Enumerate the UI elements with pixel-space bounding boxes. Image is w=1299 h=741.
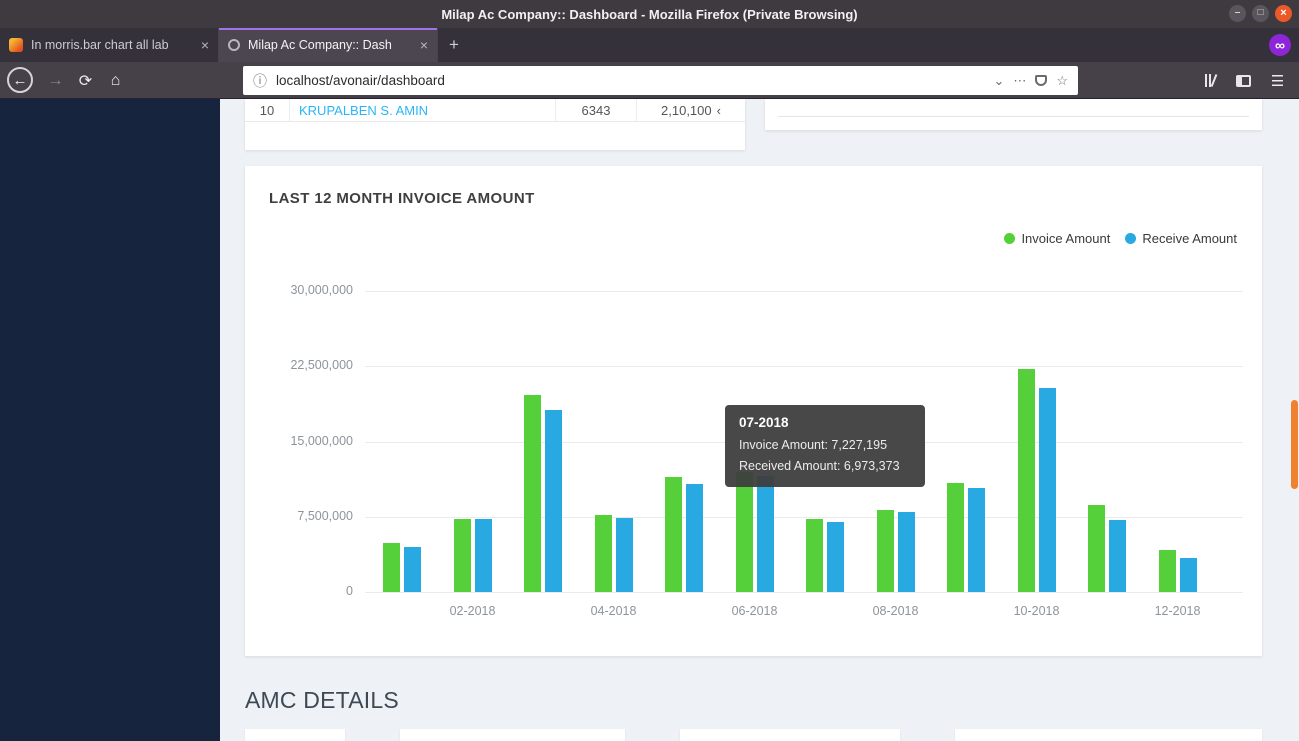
bar-05-2018-invoice[interactable] [665,477,682,592]
top-right-card [765,99,1262,130]
amount-value: 2,10,100 [661,102,712,118]
row-index-cell: 10 [245,99,290,121]
bar-05-2018-receive[interactable] [686,484,703,592]
bookmark-star-icon[interactable]: ☆ [1056,73,1068,89]
tab-favicon [9,38,23,52]
url-bar[interactable]: ⓘ localhost/avonair/dashboard ⌄ ⋯ ☆ [243,66,1078,95]
bar-11-2018-invoice[interactable] [1088,505,1105,592]
chart-card: LAST 12 MONTH INVOICE AMOUNT Invoice Amo… [245,166,1262,656]
bar-03-2018-receive[interactable] [545,410,562,592]
bar-03-2018-invoice[interactable] [524,395,541,592]
nav-toolbar: ← → ⟳ ⌂ ⓘ localhost/avonair/dashboard ⌄ … [0,62,1299,99]
private-browsing-icon: ∞ [1269,34,1291,56]
url-input[interactable]: localhost/avonair/dashboard [276,73,984,88]
tab-close-icon[interactable]: × [420,37,428,53]
bar-07-2018-receive[interactable] [827,522,844,592]
x-axis-label: 12-2018 [1154,604,1201,618]
amount-trailing-icon: ‹ [716,102,721,118]
menu-button[interactable]: ☰ [1264,67,1291,94]
tooltip-title: 07-2018 [739,415,789,430]
reload-button[interactable]: ⟳ [72,67,99,94]
bar-09-2018-invoice[interactable] [947,483,964,592]
page-actions-icon[interactable]: ⋯ [1013,73,1026,89]
amc-card-fragment [955,729,1262,741]
bar-07-2018-invoice[interactable] [806,519,823,592]
tab-morris-chart[interactable]: In morris.bar chart all lab × [0,28,219,62]
bar-02-2018-invoice[interactable] [453,519,471,592]
tab-label: In morris.bar chart all lab [31,38,169,52]
bar-01-2018-invoice[interactable] [383,543,400,592]
tab-bar: In morris.bar chart all lab × Milap Ac C… [0,28,1299,62]
tooltip-invoice-line: Invoice Amount: 7,227,195 [739,438,888,452]
bar-08-2018-invoice[interactable] [876,510,894,592]
y-axis-label: 15,000,000 [290,433,353,448]
bar-10-2018-invoice[interactable] [1017,369,1035,592]
library-icon [1204,74,1217,87]
bar-10-2018-receive[interactable] [1038,388,1056,592]
chevron-down-icon[interactable]: ⌄ [993,73,1004,89]
x-axis-label: 08-2018 [872,604,919,618]
home-button[interactable]: ⌂ [102,67,129,94]
app-sidebar [0,99,220,741]
tab-favicon [228,39,240,51]
row-divider [778,116,1249,117]
sidebar-toggle-button[interactable] [1230,67,1257,94]
gridline [365,516,1243,518]
gridline [365,291,1243,292]
bar-06-2018-invoice[interactable] [735,472,753,592]
gridline [365,592,1243,593]
bar-02-2018-receive[interactable] [474,519,492,592]
row-code-cell: 6343 [556,99,637,121]
gridline [365,366,1243,368]
x-axis-label: 10-2018 [1013,604,1060,618]
tooltip-received-line: Received Amount: 6,973,373 [739,459,900,473]
bar-12-2018-invoice[interactable] [1158,550,1176,592]
library-button[interactable] [1196,67,1223,94]
close-button[interactable]: × [1275,5,1292,22]
tab-milap-dashboard[interactable]: Milap Ac Company:: Dash × [219,28,438,62]
amc-card-fragment [400,729,625,741]
x-axis-label: 04-2018 [590,604,637,618]
y-axis-label: 22,500,000 [290,358,353,373]
bar-08-2018-receive[interactable] [897,512,915,592]
scrollbar-thumb[interactable] [1291,400,1298,489]
customer-name-link[interactable]: KRUPALBEN S. AMIN [290,99,556,121]
bar-09-2018-receive[interactable] [968,488,985,592]
chart-tooltip: 07-2018 Invoice Amount: 7,227,195 Receiv… [725,405,925,487]
bar-04-2018-invoice[interactable] [594,515,612,592]
row-amount-cell: 2,10,100 ‹ [637,99,745,121]
section-heading-amc-details: AMC DETAILS [245,687,399,713]
tab-close-icon[interactable]: × [201,37,209,53]
bar-11-2018-receive[interactable] [1109,520,1126,592]
table-row: 10 KRUPALBEN S. AMIN 6343 2,10,100 ‹ [245,99,745,122]
browser-window: Milap Ac Company:: Dashboard - Mozilla F… [0,0,1299,741]
window-title: Milap Ac Company:: Dashboard - Mozilla F… [441,6,858,22]
bar-06-2018-receive[interactable] [756,476,774,592]
back-button[interactable]: ← [7,67,33,93]
amc-card-fragment [680,729,900,741]
minimize-button[interactable]: – [1229,5,1246,22]
site-info-icon[interactable]: ⓘ [253,71,267,91]
page-content: 10 KRUPALBEN S. AMIN 6343 2,10,100 ‹ LAS… [0,99,1299,741]
x-axis-label: 02-2018 [449,604,496,618]
bar-12-2018-receive[interactable] [1179,558,1197,592]
y-axis-label: 0 [346,584,353,598]
pocket-icon[interactable] [1035,75,1048,86]
sidebar-icon [1236,74,1251,87]
y-axis-label: 30,000,000 [290,283,353,297]
window-titlebar: Milap Ac Company:: Dashboard - Mozilla F… [0,0,1299,28]
bar-04-2018-receive[interactable] [615,518,633,592]
maximize-button[interactable]: □ [1252,5,1269,22]
y-axis-label: 7,500,000 [297,508,353,523]
customer-table-card: 10 KRUPALBEN S. AMIN 6343 2,10,100 ‹ [245,99,745,150]
amc-card-fragment [245,729,345,741]
bar-01-2018-receive[interactable] [404,547,421,592]
x-axis-label: 06-2018 [731,604,778,618]
tab-label: Milap Ac Company:: Dash [248,38,392,52]
window-controls: – □ × [1229,5,1292,22]
new-tab-button[interactable]: + [438,28,470,62]
forward-button[interactable]: → [42,67,69,94]
